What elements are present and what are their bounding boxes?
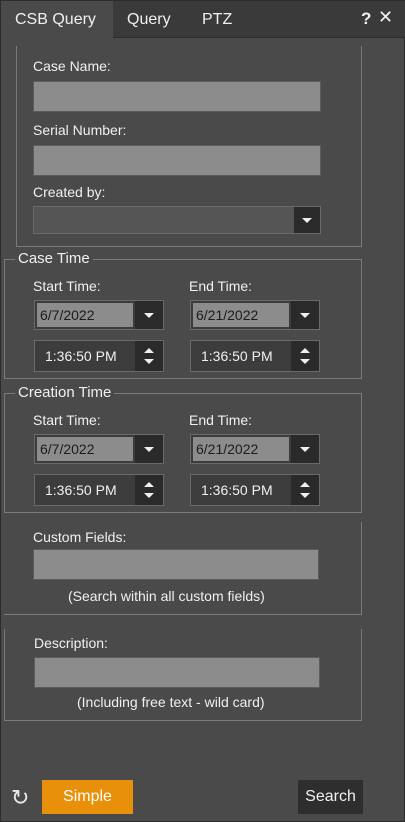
case-start-label: Start Time: [33, 278, 101, 294]
creation-end-date-button[interactable] [291, 435, 319, 463]
case-end-label: End Time: [189, 278, 253, 294]
created-by-dropdown[interactable] [33, 206, 321, 234]
spin-up-icon[interactable] [300, 482, 310, 487]
serial-number-input[interactable] [33, 145, 321, 176]
creation-start-date-picker[interactable]: 6/7/2022 [34, 434, 164, 464]
spin-down-icon[interactable] [300, 359, 310, 364]
case-start-time-spinner[interactable] [135, 341, 163, 371]
creation-end-date-picker[interactable]: 6/21/2022 [190, 434, 320, 464]
custom-fields-group: Custom Fields: (Search within all custom… [4, 522, 362, 615]
case-end-date: 6/21/2022 [193, 303, 289, 327]
tab-bar: CSB Query Query PTZ ? ✕ [1, 1, 405, 38]
description-input[interactable] [34, 657, 320, 688]
refresh-icon[interactable]: ↻ [11, 785, 29, 811]
simple-button[interactable]: Simple [42, 780, 133, 814]
spin-up-icon[interactable] [300, 348, 310, 353]
search-button[interactable]: Search [298, 780, 363, 814]
creation-start-date-button[interactable] [135, 435, 163, 463]
description-hint: (Including free text - wild card) [77, 694, 265, 710]
chevron-down-icon [300, 447, 310, 452]
case-time-title: Case Time [15, 250, 93, 267]
case-name-label: Case Name: [33, 58, 111, 74]
case-time-group: Case Time Start Time: End Time: 6/7/2022… [4, 250, 362, 379]
spin-down-icon[interactable] [300, 493, 310, 498]
tab-query[interactable]: Query [113, 1, 188, 38]
spin-down-icon[interactable] [144, 493, 154, 498]
creation-end-label: End Time: [189, 412, 253, 428]
close-icon[interactable]: ✕ [378, 7, 393, 28]
creation-time-title: Creation Time [15, 384, 115, 401]
creation-end-time-picker[interactable]: 1:36:50 PM [190, 474, 320, 506]
creation-start-label: Start Time: [33, 412, 101, 428]
case-info-group: Case Name: Serial Number: Created by: [16, 46, 362, 247]
description-group: Description: (Including free text - wild… [4, 629, 362, 721]
creation-start-time: 1:36:50 PM [45, 482, 117, 498]
case-name-input[interactable] [33, 81, 321, 112]
tab-ptz[interactable]: PTZ [188, 1, 248, 38]
custom-fields-hint: (Search within all custom fields) [68, 588, 265, 604]
case-start-time-picker[interactable]: 1:36:50 PM [34, 340, 164, 372]
serial-number-label: Serial Number: [33, 122, 127, 138]
csb-query-panel: CSB Query Query PTZ ? ✕ Case Name: Seria… [0, 0, 405, 822]
chevron-down-icon [144, 313, 154, 318]
spin-up-icon[interactable] [144, 348, 154, 353]
creation-start-time-spinner[interactable] [135, 475, 163, 505]
help-icon[interactable]: ? [361, 9, 371, 29]
case-start-date: 6/7/2022 [37, 303, 133, 327]
case-end-time-spinner[interactable] [291, 341, 319, 371]
custom-fields-input[interactable] [33, 549, 319, 580]
creation-end-date: 6/21/2022 [193, 437, 289, 461]
created-by-label: Created by: [33, 184, 106, 200]
case-end-date-button[interactable] [291, 301, 319, 329]
chevron-down-icon [302, 218, 312, 223]
case-start-time: 1:36:50 PM [45, 348, 117, 364]
custom-fields-label: Custom Fields: [33, 529, 127, 545]
creation-start-time-picker[interactable]: 1:36:50 PM [34, 474, 164, 506]
case-start-date-picker[interactable]: 6/7/2022 [34, 300, 164, 330]
created-by-dropdown-button[interactable] [294, 207, 320, 233]
creation-time-group: Creation Time Start Time: End Time: 6/7/… [4, 384, 362, 513]
chevron-down-icon [144, 447, 154, 452]
creation-end-time: 1:36:50 PM [201, 482, 273, 498]
spin-down-icon[interactable] [144, 359, 154, 364]
creation-start-date: 6/7/2022 [37, 437, 133, 461]
case-end-time-picker[interactable]: 1:36:50 PM [190, 340, 320, 372]
case-end-date-picker[interactable]: 6/21/2022 [190, 300, 320, 330]
tab-csb-query[interactable]: CSB Query [1, 1, 113, 38]
case-end-time: 1:36:50 PM [201, 348, 273, 364]
case-start-date-button[interactable] [135, 301, 163, 329]
description-label: Description: [34, 635, 108, 651]
spin-up-icon[interactable] [144, 482, 154, 487]
creation-end-time-spinner[interactable] [291, 475, 319, 505]
chevron-down-icon [300, 313, 310, 318]
